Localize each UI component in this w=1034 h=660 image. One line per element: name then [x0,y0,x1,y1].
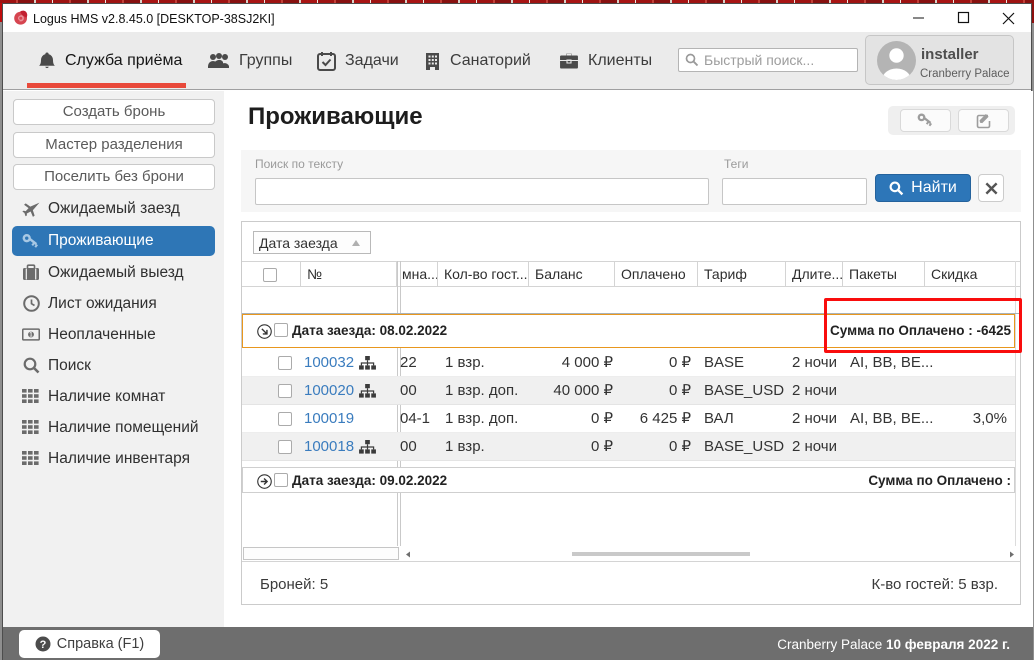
svg-text:1: 1 [29,332,33,339]
svg-text:?: ? [39,639,46,651]
